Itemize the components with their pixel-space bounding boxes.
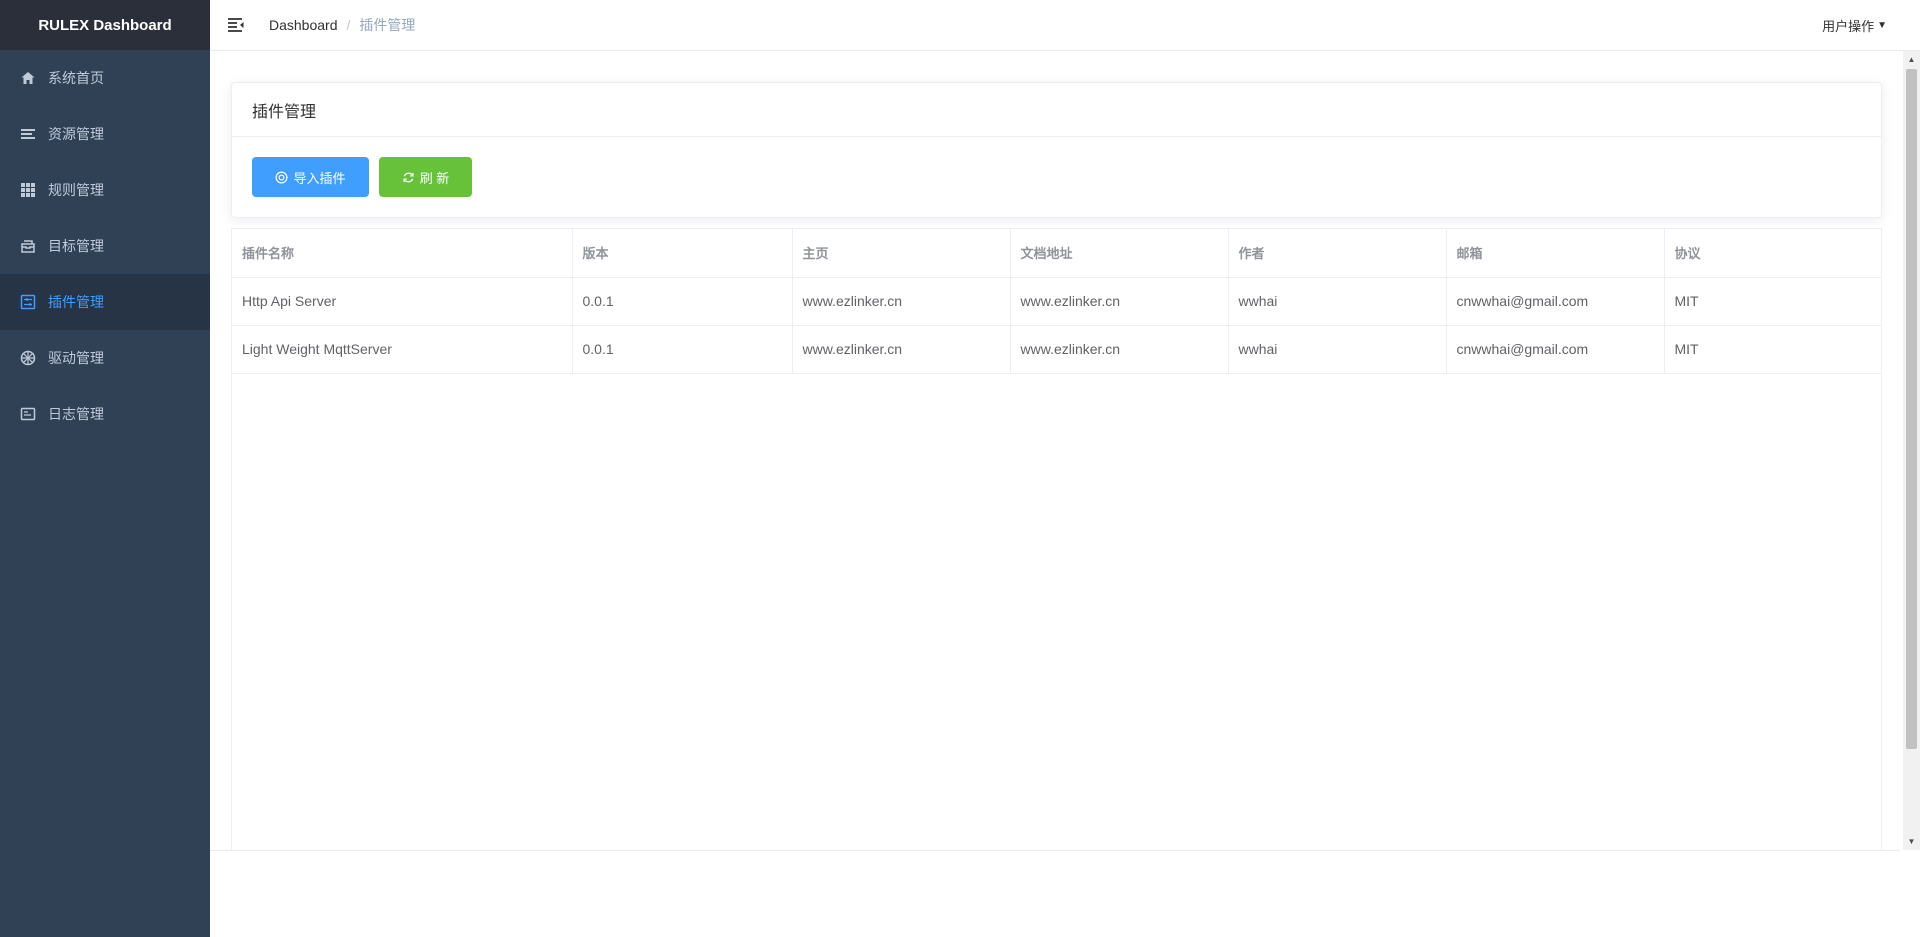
cell-docs: www.ezlinker.cn	[1010, 325, 1229, 374]
sidebar-item-rules[interactable]: 规则管理	[0, 162, 210, 218]
sidebar-item-label: 日志管理	[48, 406, 104, 422]
cell-license: MIT	[1664, 325, 1881, 374]
sidebar-item-label: 目标管理	[48, 238, 104, 254]
hamburger-icon[interactable]	[227, 16, 245, 34]
cell-license: MIT	[1664, 277, 1881, 326]
sidebar-item-resources[interactable]: 资源管理	[0, 106, 210, 162]
inbox-icon	[20, 238, 36, 254]
sidebar-item-home[interactable]: 系统首页	[0, 50, 210, 106]
table-header-row: 插件名称 版本 主页 文档地址 作者 邮箱 协议	[232, 229, 1881, 278]
card-title: 插件管理	[232, 83, 1881, 137]
import-plugin-label: 导入插件	[293, 170, 346, 186]
refresh-label: 刷 新	[419, 170, 450, 186]
cell-name: Http Api Server	[232, 277, 573, 326]
vertical-scrollbar[interactable]: ▲ ▼	[1903, 51, 1920, 850]
sidebar: RULEX Dashboard 系统首页 资源管理 规则管理 目标管理 插件管理	[0, 0, 210, 937]
column-header-license: 协议	[1664, 229, 1881, 278]
app-title: RULEX Dashboard	[0, 0, 210, 50]
cell-homepage: www.ezlinker.cn	[792, 277, 1011, 326]
breadcrumb-separator: /	[346, 17, 351, 33]
column-header-author: 作者	[1228, 229, 1447, 278]
breadcrumb-home[interactable]: Dashboard	[269, 17, 338, 33]
cell-homepage: www.ezlinker.cn	[792, 325, 1011, 374]
card-actions: 导入插件 刷 新	[232, 137, 1881, 217]
plugin-icon	[20, 294, 36, 310]
import-plugin-button[interactable]: 导入插件	[252, 157, 369, 197]
sidebar-item-label: 系统首页	[48, 70, 104, 86]
sidebar-item-label: 驱动管理	[48, 350, 104, 366]
wheel-icon	[20, 350, 36, 366]
cell-email: cnwwhai@gmail.com	[1446, 277, 1665, 326]
sidebar-item-label: 资源管理	[48, 126, 104, 142]
cell-author: wwhai	[1228, 277, 1447, 326]
import-icon	[275, 171, 288, 184]
user-menu-label: 用户操作	[1822, 19, 1875, 34]
main-content: 插件管理 导入插件 刷 新 插件名称 版本 主页 文档地址 作者 邮箱 协议 H…	[210, 51, 1900, 850]
breadcrumb: Dashboard / 插件管理	[269, 15, 415, 35]
home-icon	[20, 70, 36, 86]
log-icon	[20, 406, 36, 422]
user-menu-dropdown[interactable]: 用户操作 ▼	[1822, 0, 1887, 51]
navbar: Dashboard / 插件管理 用户操作 ▼	[210, 0, 1920, 51]
cell-name: Light Weight MqttServer	[232, 325, 573, 374]
cell-docs: www.ezlinker.cn	[1010, 277, 1229, 326]
content-bottom-divider	[210, 850, 1900, 851]
plugin-table: 插件名称 版本 主页 文档地址 作者 邮箱 协议 Http Api Server…	[231, 228, 1882, 850]
table-row[interactable]: Http Api Server 0.0.1 www.ezlinker.cn ww…	[232, 277, 1881, 326]
refresh-icon	[402, 171, 415, 184]
sidebar-item-logs[interactable]: 日志管理	[0, 386, 210, 442]
sidebar-item-plugins[interactable]: 插件管理	[0, 274, 210, 330]
scroll-up-arrow-icon[interactable]: ▲	[1903, 51, 1920, 68]
sidebar-item-label: 插件管理	[48, 294, 104, 310]
caret-down-icon: ▼	[1877, 20, 1887, 31]
sidebar-item-drivers[interactable]: 驱动管理	[0, 330, 210, 386]
column-header-docs: 文档地址	[1010, 229, 1229, 278]
scroll-down-arrow-icon[interactable]: ▼	[1903, 833, 1920, 850]
cell-email: cnwwhai@gmail.com	[1446, 325, 1665, 374]
sidebar-item-targets[interactable]: 目标管理	[0, 218, 210, 274]
sidebar-item-label: 规则管理	[48, 182, 104, 198]
cell-author: wwhai	[1228, 325, 1447, 374]
scrollbar-thumb[interactable]	[1906, 69, 1917, 749]
list-icon	[20, 126, 36, 142]
column-header-homepage: 主页	[792, 229, 1011, 278]
breadcrumb-current: 插件管理	[359, 17, 416, 33]
column-header-version: 版本	[572, 229, 793, 278]
column-header-email: 邮箱	[1446, 229, 1665, 278]
cell-version: 0.0.1	[572, 277, 793, 326]
plugin-card: 插件管理 导入插件 刷 新	[231, 82, 1882, 218]
refresh-button[interactable]: 刷 新	[379, 157, 472, 197]
column-header-name: 插件名称	[232, 229, 573, 278]
cell-version: 0.0.1	[572, 325, 793, 374]
table-row[interactable]: Light Weight MqttServer 0.0.1 www.ezlink…	[232, 325, 1881, 374]
grid-icon	[20, 182, 36, 198]
